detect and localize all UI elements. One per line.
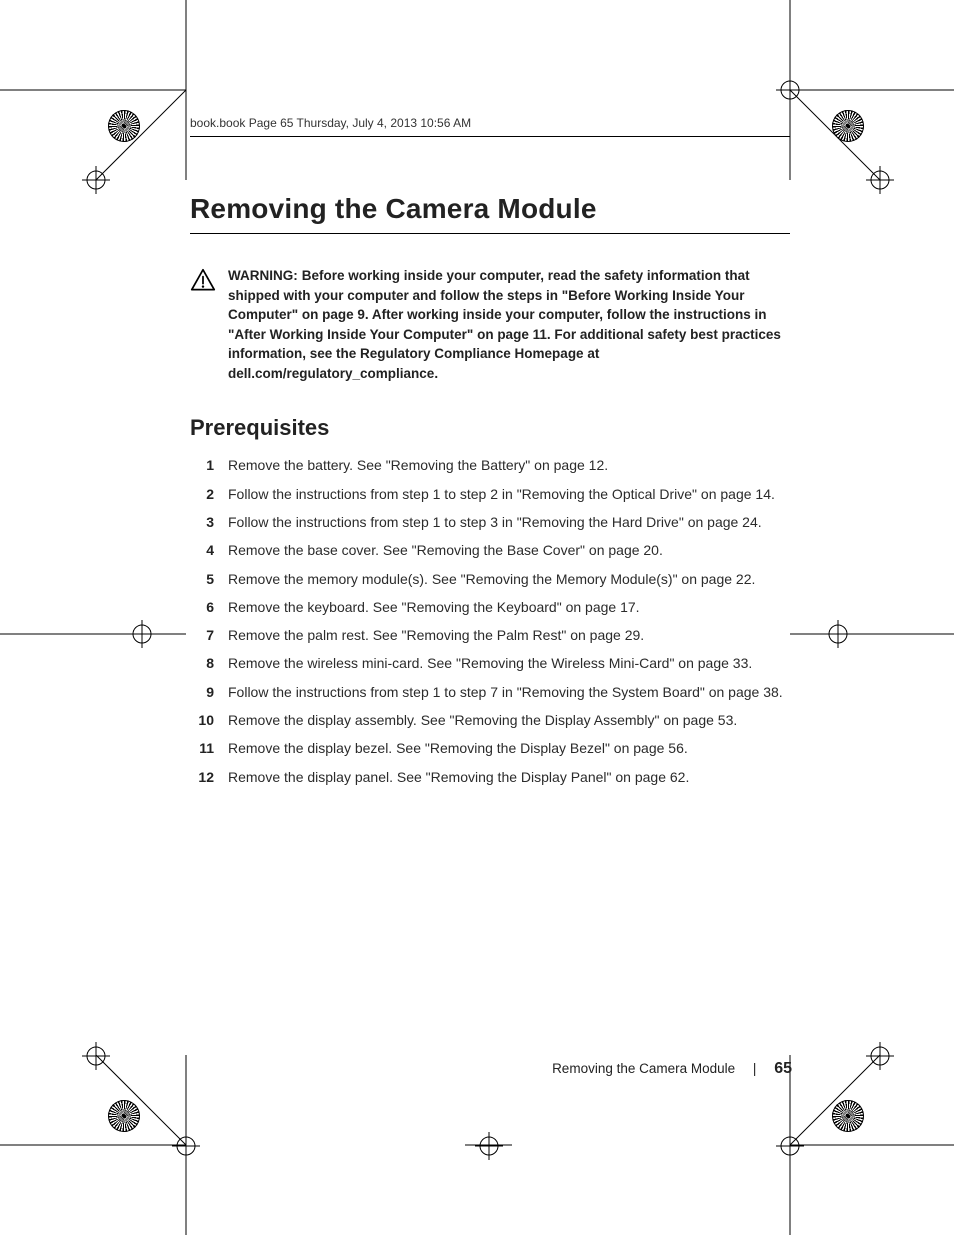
warning-label: WARNING:	[228, 268, 298, 283]
printer-radial-mark-icon	[108, 110, 140, 142]
step-number: 11	[190, 738, 214, 758]
register-mark-icon	[776, 1132, 804, 1160]
step-text: Remove the keyboard. See "Removing the K…	[228, 597, 790, 617]
step-text: Follow the instructions from step 1 to s…	[228, 682, 790, 702]
list-item: 12 Remove the display panel. See "Removin…	[190, 767, 790, 787]
running-header: book.book Page 65 Thursday, July 4, 2013…	[190, 116, 790, 130]
step-number: 5	[190, 569, 214, 589]
register-mark-icon	[824, 620, 852, 648]
step-text: Remove the battery. See "Removing the Ba…	[228, 455, 790, 475]
step-text: Remove the wireless mini-card. See "Remo…	[228, 653, 790, 673]
list-item: 7 Remove the palm rest. See "Removing the…	[190, 625, 790, 645]
register-mark-icon	[172, 1132, 200, 1160]
step-text: Follow the instructions from step 1 to s…	[228, 484, 790, 504]
list-item: 1 Remove the battery. See "Removing the B…	[190, 455, 790, 475]
footer-label: Removing the Camera Module	[552, 1061, 735, 1076]
step-number: 9	[190, 682, 214, 702]
title-rule	[190, 233, 790, 234]
step-number: 12	[190, 767, 214, 787]
printer-radial-mark-icon	[832, 1100, 864, 1132]
document-page: book.book Page 65 Thursday, July 4, 2013…	[0, 0, 954, 1235]
register-mark-icon	[82, 166, 110, 194]
step-text: Remove the memory module(s). See "Removi…	[228, 569, 790, 589]
step-number: 1	[190, 455, 214, 475]
step-number: 4	[190, 540, 214, 560]
register-mark-icon	[475, 1132, 503, 1160]
register-mark-icon	[776, 76, 804, 104]
step-text: Remove the base cover. See "Removing the…	[228, 540, 790, 560]
step-number: 10	[190, 710, 214, 730]
register-mark-icon	[128, 620, 156, 648]
warning-text: WARNING:Before working inside your compu…	[228, 266, 790, 383]
list-item: 4 Remove the base cover. See "Removing th…	[190, 540, 790, 560]
step-text: Remove the palm rest. See "Removing the …	[228, 625, 790, 645]
list-item: 5 Remove the memory module(s). See "Remov…	[190, 569, 790, 589]
printer-radial-mark-icon	[832, 110, 864, 142]
list-item: 11 Remove the display bezel. See "Removin…	[190, 738, 790, 758]
list-item: 9 Follow the instructions from step 1 to …	[190, 682, 790, 702]
step-text: Follow the instructions from step 1 to s…	[228, 512, 790, 532]
step-text: Remove the display panel. See "Removing …	[228, 767, 790, 787]
list-item: 10 Remove the display assembly. See "Remo…	[190, 710, 790, 730]
step-text: Remove the display assembly. See "Removi…	[228, 710, 790, 730]
printer-radial-mark-icon	[108, 1100, 140, 1132]
warning-block: WARNING:Before working inside your compu…	[190, 266, 790, 383]
page-number: 65	[774, 1060, 792, 1077]
step-number: 2	[190, 484, 214, 504]
step-number: 8	[190, 653, 214, 673]
register-mark-icon	[866, 166, 894, 194]
list-item: 3 Follow the instructions from step 1 to …	[190, 512, 790, 532]
list-item: 2 Follow the instructions from step 1 to …	[190, 484, 790, 504]
footer-separator: |	[753, 1061, 757, 1076]
prerequisites-list: 1 Remove the battery. See "Removing the B…	[190, 455, 790, 787]
step-number: 6	[190, 597, 214, 617]
page-content: book.book Page 65 Thursday, July 4, 2013…	[190, 116, 790, 795]
running-header-rule	[190, 136, 790, 137]
list-item: 6 Remove the keyboard. See "Removing the …	[190, 597, 790, 617]
register-mark-icon	[866, 1042, 894, 1070]
list-item: 8 Remove the wireless mini-card. See "Rem…	[190, 653, 790, 673]
step-number: 3	[190, 512, 214, 532]
page-footer: Removing the Camera Module | 65	[552, 1060, 792, 1078]
warning-icon	[190, 268, 216, 294]
register-mark-icon	[82, 1042, 110, 1070]
warning-body: Before working inside your computer, rea…	[228, 268, 781, 381]
page-title: Removing the Camera Module	[190, 193, 790, 225]
step-number: 7	[190, 625, 214, 645]
step-text: Remove the display bezel. See "Removing …	[228, 738, 790, 758]
section-heading: Prerequisites	[190, 415, 790, 441]
